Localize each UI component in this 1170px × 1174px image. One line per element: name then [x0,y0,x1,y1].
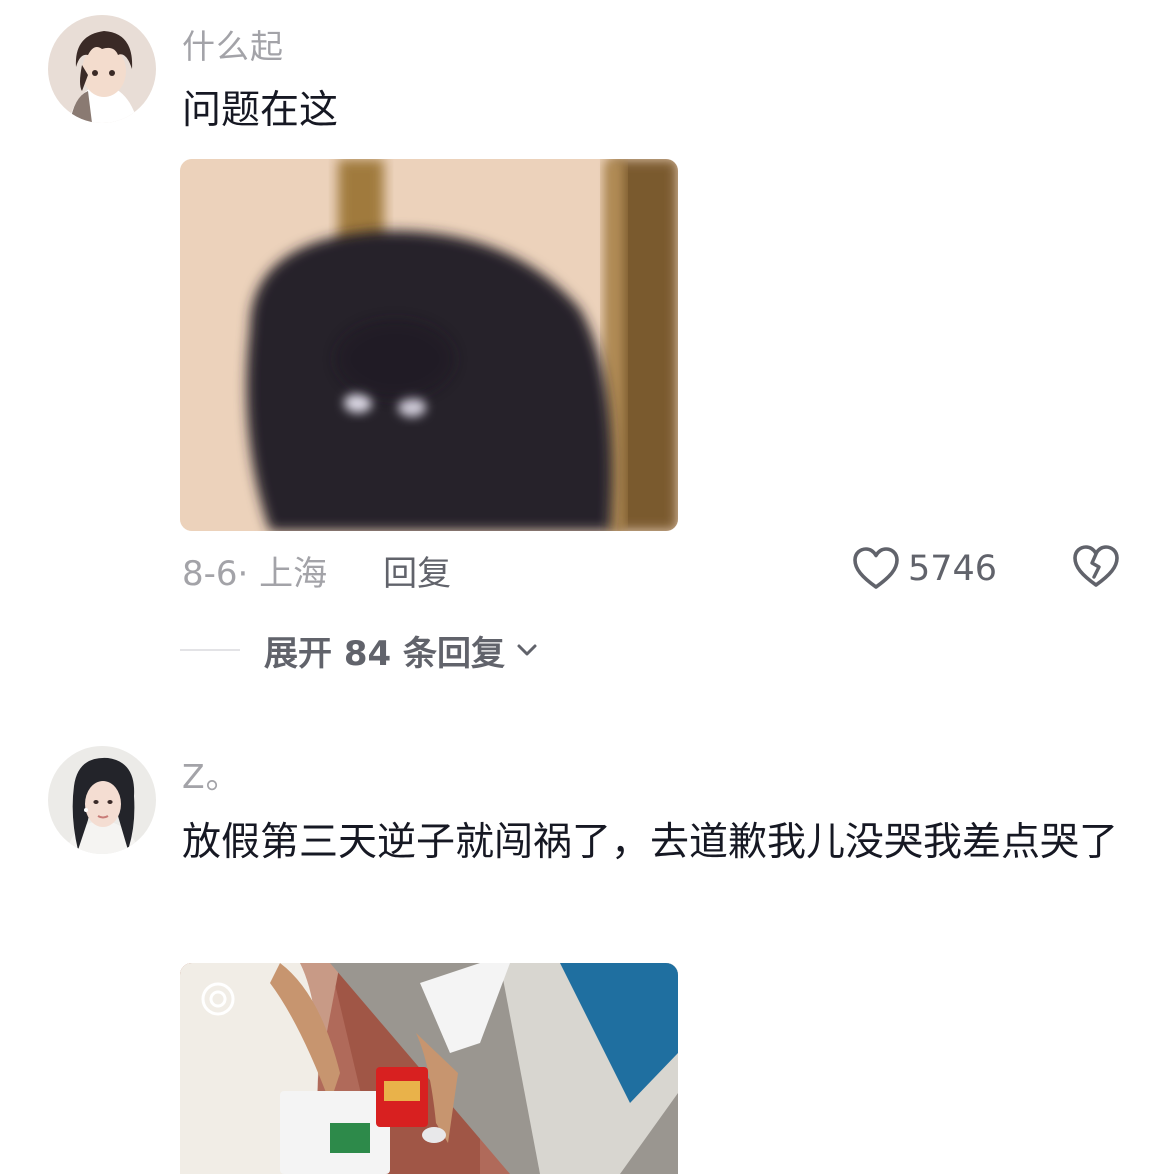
comment-text: 问题在这 [182,88,339,133]
comment-list: 什么起 问题在这 8-6· 上海 回复 5746 展开 84 条回复 Z。 放假… [0,0,1170,1174]
chevron-down-icon [517,644,537,656]
comment-date-location: 8-6· 上海 [182,553,328,594]
expand-replies-label: 展开 84 条回复 [264,633,505,674]
like-button[interactable]: 5746 [852,543,997,595]
comment-text: 放假第三天逆子就闯祸了，去道歉我儿没哭我差点哭了 [182,820,1119,865]
username[interactable]: 什么起 [182,20,284,68]
broken-heart-icon [1073,545,1119,587]
comment-meta: 8-6· 上海 回复 [182,545,451,595]
comment-image[interactable] [180,159,678,531]
avatar[interactable] [48,746,156,854]
expand-replies-button[interactable]: 展开 84 条回复 [264,626,539,675]
username[interactable]: Z。 [182,750,240,798]
avatar[interactable] [48,15,156,123]
heart-outline-icon [853,547,899,589]
comment-image[interactable] [180,963,678,1174]
expand-replies-row: 展开 84 条回复 [180,622,539,678]
dislike-button[interactable] [1072,545,1120,593]
reply-button[interactable]: 回复 [383,546,451,595]
like-count: 5746 [908,549,998,589]
divider-line [180,649,240,651]
